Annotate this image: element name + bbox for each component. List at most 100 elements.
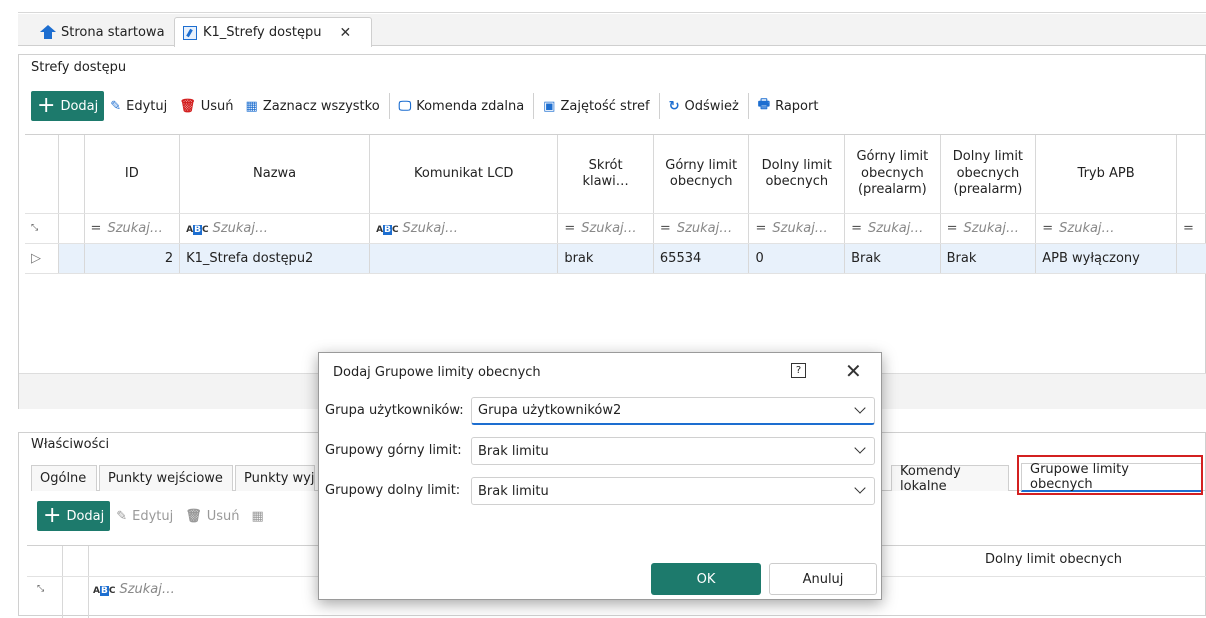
plus-icon: + bbox=[37, 95, 55, 117]
cell-id[interactable]: 2 bbox=[84, 243, 180, 273]
remote-label: Komenda zdalna bbox=[416, 99, 524, 114]
header-cell bbox=[59, 135, 84, 213]
text-filter-icon: ABC bbox=[376, 225, 398, 235]
filter-upper-pre[interactable]: =Szukaj… bbox=[845, 213, 941, 243]
column-header-upper-limit[interactable]: Górny limit obecnych bbox=[653, 135, 749, 213]
select-all-label: Zaznacz wszystko bbox=[263, 99, 380, 114]
expand-icon[interactable]: ⤡ bbox=[25, 213, 59, 243]
trash-icon: 🗑 bbox=[185, 509, 202, 524]
cell-name[interactable]: K1_Strefa dostępu2 bbox=[180, 243, 370, 273]
select-value: Grupa użytkowników2 bbox=[478, 403, 621, 418]
tab-local-commands[interactable]: Komendy lokalne bbox=[891, 465, 1009, 491]
filter-placeholder: Szukaj… bbox=[403, 221, 458, 236]
user-group-select[interactable]: Grupa użytkowników2 bbox=[471, 397, 875, 425]
panel-title: Strefy dostępu bbox=[31, 60, 126, 75]
equals-icon: = bbox=[91, 221, 102, 236]
column-header-lower-limit[interactable]: Dolny limit obecnych bbox=[985, 552, 1122, 567]
tab-label: Strona startowa bbox=[61, 25, 165, 40]
toolbar-separator bbox=[389, 93, 390, 119]
refresh-icon: ↻ bbox=[669, 99, 680, 114]
text-filter-icon: ABC bbox=[186, 225, 208, 235]
column-header-name[interactable]: Nazwa bbox=[180, 135, 370, 213]
help-icon[interactable]: ? bbox=[791, 363, 806, 378]
user-group-label: Grupa użytkowników: bbox=[325, 403, 464, 418]
expand-icon[interactable]: ⤡ bbox=[37, 584, 44, 594]
filter-upper[interactable]: =Szukaj… bbox=[653, 213, 749, 243]
cell-shortcut[interactable]: brak bbox=[558, 243, 654, 273]
equals-icon: = bbox=[660, 221, 671, 236]
cell-lower[interactable]: 0 bbox=[749, 243, 845, 273]
refresh-button[interactable]: ↻ Odśwież bbox=[663, 91, 745, 121]
column-header-id[interactable]: ID bbox=[84, 135, 180, 213]
filter-placeholder: Szukaj… bbox=[581, 221, 636, 236]
toolbar-separator bbox=[659, 93, 660, 119]
cell-upper-pre[interactable]: Brak bbox=[845, 243, 941, 273]
edit-button[interactable]: ✎Edytuj bbox=[104, 91, 173, 121]
filter-apb[interactable]: =Szukaj… bbox=[1036, 213, 1177, 243]
filter-shortcut[interactable]: = Szukaj… bbox=[558, 213, 654, 243]
refresh-label: Odśwież bbox=[684, 99, 738, 114]
zone-occupancy-button[interactable]: ▣Zajętość stref bbox=[537, 91, 655, 121]
column-header-shortcut[interactable]: Skrót klawi… bbox=[558, 135, 654, 213]
tab-general[interactable]: Ogólne bbox=[31, 465, 97, 491]
table-row[interactable]: ▷ 2 K1_Strefa dostępu2 brak 65534 0 Brak… bbox=[25, 243, 1206, 273]
filter-name[interactable]: ABCSzukaj… bbox=[93, 582, 175, 597]
row-cell bbox=[59, 243, 84, 273]
select-value: Brak limitu bbox=[478, 444, 549, 459]
grid-icon: ▦ bbox=[246, 99, 258, 114]
filter-placeholder: Szukaj… bbox=[868, 221, 923, 236]
remote-command-button[interactable]: 🖵Komenda zdalna bbox=[393, 91, 531, 121]
filter-row: ⤡ = Szukaj… ABC Szukaj… ABC Szukaj… = Szukaj… bbox=[25, 213, 1206, 243]
header-cell bbox=[25, 135, 59, 213]
toolbar-separator bbox=[748, 93, 749, 119]
pencil-icon: ✎ bbox=[116, 509, 127, 524]
filter-placeholder: Szukaj… bbox=[107, 221, 162, 236]
column-header-apb[interactable]: Tryb APB bbox=[1036, 135, 1177, 213]
tab-start-page[interactable]: Strona startowa bbox=[32, 18, 182, 46]
header-cell bbox=[1177, 135, 1206, 213]
zones-grid: ID Nazwa Komunikat LCD Skrót klawi… Górn… bbox=[25, 134, 1206, 364]
props-edit-button[interactable]: ✎Edytuj bbox=[110, 501, 179, 531]
doc-icon bbox=[183, 26, 197, 40]
tab-entry-points[interactable]: Punkty wejściowe bbox=[99, 465, 233, 491]
card-icon: ▣ bbox=[543, 99, 555, 114]
column-header-lcd[interactable]: Komunikat LCD bbox=[370, 135, 558, 213]
cell-apb[interactable]: APB wyłączony bbox=[1036, 243, 1177, 273]
grid-col bbox=[27, 546, 63, 618]
props-delete-button[interactable]: 🗑 Usuń bbox=[179, 501, 245, 531]
filter-cell bbox=[59, 213, 84, 243]
delete-label: Usuń bbox=[207, 509, 240, 524]
close-icon[interactable]: ✕ bbox=[339, 25, 351, 41]
add-label: Dodaj bbox=[60, 99, 98, 114]
filter-name[interactable]: ABCSzukaj… bbox=[180, 213, 370, 243]
highlight-box bbox=[1017, 455, 1203, 495]
cell-lower-pre[interactable]: Brak bbox=[940, 243, 1036, 273]
tab-exit-points[interactable]: Punkty wyjś bbox=[235, 465, 315, 491]
close-icon[interactable]: ✕ bbox=[845, 359, 862, 383]
filter-id[interactable]: = Szukaj… bbox=[84, 213, 180, 243]
props-select-all-button[interactable]: ▦ bbox=[246, 501, 275, 531]
main-toolbar: + Dodaj ✎Edytuj 🗑Usuń ▦ Zaznacz wszystko 🖵… bbox=[31, 89, 824, 123]
filter-lcd[interactable]: ABC Szukaj… bbox=[370, 213, 558, 243]
cell-upper[interactable]: 65534 bbox=[653, 243, 749, 273]
equals-icon: = bbox=[755, 221, 766, 236]
filter-lower[interactable]: =Szukaj… bbox=[749, 213, 845, 243]
cancel-button[interactable]: Anuluj bbox=[769, 563, 877, 595]
column-header-lower-prealarm[interactable]: Dolny limit obecnych (prealarm) bbox=[940, 135, 1036, 213]
delete-button[interactable]: 🗑Usuń bbox=[173, 91, 239, 121]
report-button[interactable]: 🖶Raport bbox=[752, 91, 825, 121]
column-header-lower-limit[interactable]: Dolny limit obecnych bbox=[749, 135, 845, 213]
props-add-button[interactable]: +Dodaj bbox=[37, 501, 110, 531]
column-header-upper-prealarm[interactable]: Górny limit obecnych (prealarm) bbox=[845, 135, 941, 213]
select-all-button[interactable]: ▦ Zaznacz wszystko bbox=[240, 91, 386, 121]
filter-lower-pre[interactable]: =Szukaj… bbox=[940, 213, 1036, 243]
equals-icon: = bbox=[1042, 221, 1053, 236]
plus-icon: + bbox=[43, 505, 61, 527]
add-button[interactable]: + Dodaj bbox=[31, 91, 104, 121]
group-lower-limit-select[interactable]: Brak limitu bbox=[471, 477, 875, 505]
cell-lcd[interactable] bbox=[370, 243, 558, 273]
group-upper-limit-select[interactable]: Brak limitu bbox=[471, 437, 875, 465]
equals-icon: = bbox=[564, 221, 575, 236]
tab-access-zones[interactable]: K1_Strefy dostępu ✕ bbox=[174, 17, 372, 47]
ok-button[interactable]: OK bbox=[651, 563, 761, 595]
